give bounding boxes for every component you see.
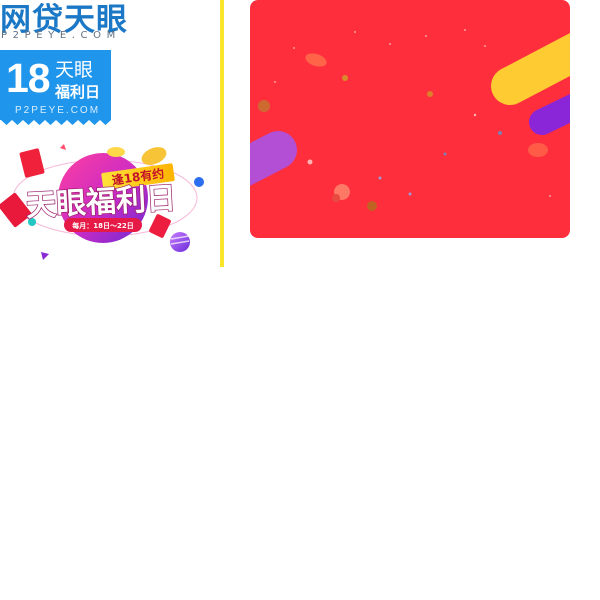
promo-date: 每月：18日～22日: [72, 221, 133, 230]
badge-number: 18: [6, 55, 51, 101]
promo-illustration: 逢18有约 天眼福利日 每月：18日～22日: [0, 144, 204, 260]
welfare-day-badge[interactable]: 18 天眼 福利日 P2PEYE.COM: [0, 50, 111, 125]
promo-banner[interactable]: [250, 0, 570, 238]
badge-zigzag-edge: [0, 118, 111, 125]
promo-title: 天眼福利日: [25, 181, 177, 224]
site-logo[interactable]: 网贷天眼 P2PEYE.COM: [0, 0, 150, 44]
badge-line-1: 天眼: [55, 59, 94, 81]
logo-domain: P2PEYE.COM: [1, 30, 121, 41]
banner-decoration: [250, 29, 570, 211]
welfare-day-promo[interactable]: 逢18有约 天眼福利日 每月：18日～22日: [0, 136, 212, 266]
badge-domain: P2PEYE.COM: [15, 105, 101, 116]
yellow-divider: [220, 0, 224, 267]
badge-line-2: 福利日: [55, 83, 101, 101]
